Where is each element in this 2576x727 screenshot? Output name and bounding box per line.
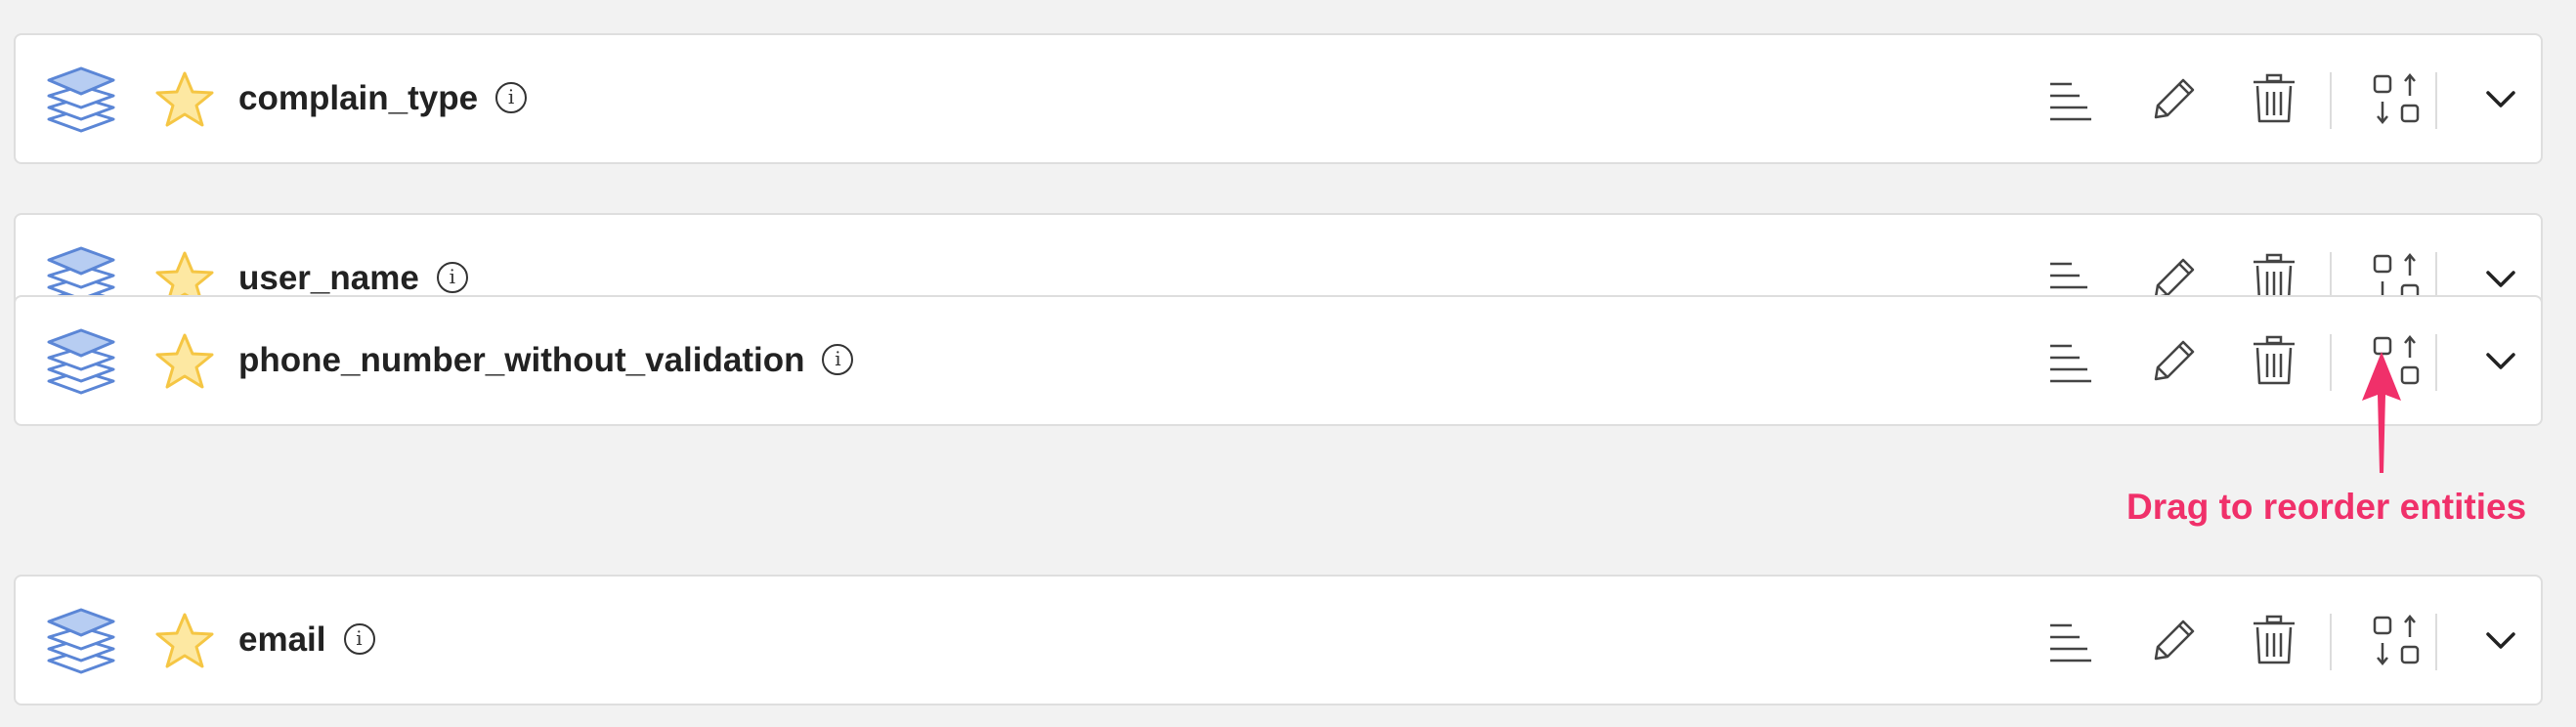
entity-name: complain_type i	[238, 35, 528, 162]
chevron-down-icon[interactable]	[2472, 612, 2529, 668]
sort-icon[interactable]	[2042, 612, 2099, 668]
annotation-arrow-icon	[2362, 352, 2401, 473]
star-icon[interactable]	[154, 70, 215, 129]
entity-stack-icon	[47, 608, 115, 674]
info-icon[interactable]: i	[495, 81, 528, 113]
pencil-icon[interactable]	[2144, 612, 2201, 668]
divider	[2330, 614, 2332, 670]
entity-name: phone_number_without_validation i	[238, 297, 854, 424]
drag-annotation: Drag to reorder entities	[2126, 487, 2527, 527]
divider	[2435, 72, 2437, 129]
info-icon[interactable]: i	[343, 622, 375, 655]
divider	[2330, 334, 2332, 391]
trash-icon[interactable]	[2246, 70, 2302, 127]
info-icon[interactable]: i	[436, 261, 468, 293]
reorder-icon[interactable]	[2369, 70, 2426, 127]
entity-card-phone-number[interactable]: phone_number_without_validation i	[14, 295, 2543, 426]
entity-name: email i	[238, 577, 375, 704]
reorder-icon[interactable]	[2369, 612, 2426, 668]
entity-name-text: email	[238, 620, 326, 659]
entity-card-email[interactable]: email i	[14, 575, 2543, 706]
divider	[2435, 334, 2437, 391]
entity-stack-icon	[47, 328, 115, 395]
chevron-down-icon[interactable]	[2472, 70, 2529, 127]
star-icon[interactable]	[154, 612, 215, 670]
info-icon[interactable]: i	[822, 343, 854, 375]
pencil-icon[interactable]	[2144, 70, 2201, 127]
entity-card-complain-type[interactable]: complain_type i	[14, 33, 2543, 164]
sort-icon[interactable]	[2042, 70, 2099, 127]
trash-icon[interactable]	[2246, 612, 2302, 668]
pencil-icon[interactable]	[2144, 332, 2201, 389]
entity-stack-icon	[47, 66, 115, 133]
entity-name-text: phone_number_without_validation	[238, 341, 805, 379]
divider	[2330, 72, 2332, 129]
sort-icon[interactable]	[2042, 332, 2099, 389]
chevron-down-icon[interactable]	[2472, 332, 2529, 389]
divider	[2435, 614, 2437, 670]
trash-icon[interactable]	[2246, 332, 2302, 389]
entity-name-text: user_name	[238, 259, 419, 297]
star-icon[interactable]	[154, 332, 215, 391]
entity-name-text: complain_type	[238, 79, 479, 117]
